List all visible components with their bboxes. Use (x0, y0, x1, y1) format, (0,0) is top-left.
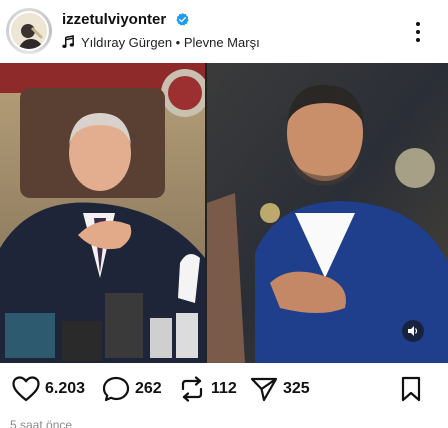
repost-button[interactable]: 112 (178, 376, 237, 402)
send-icon (250, 377, 278, 402)
share-button[interactable]: 325 (250, 376, 310, 402)
repost-count: 112 (211, 380, 237, 397)
verified-badge-icon (176, 12, 189, 26)
speaker-icon[interactable] (402, 320, 424, 342)
comment-button[interactable]: 262 (102, 376, 162, 402)
username[interactable]: izzetulviyonter (62, 11, 166, 28)
repost-icon (181, 376, 203, 402)
post-timestamp: 5 saat önce (10, 418, 73, 428)
like-button[interactable]: 6.203 (12, 376, 85, 402)
music-track[interactable]: Yıldıray Gürgen • Plevne Marşı (81, 35, 260, 50)
more-options-icon[interactable] (408, 20, 428, 44)
bookmark-icon[interactable] (400, 376, 422, 402)
like-count: 6.203 (45, 380, 86, 397)
share-count: 325 (283, 380, 310, 397)
comment-count: 262 (135, 380, 162, 397)
heart-icon (12, 376, 40, 402)
post-image[interactable] (0, 63, 448, 363)
music-note-icon (62, 35, 74, 48)
action-bar: 6.203 262 112 325 (0, 370, 448, 410)
post-header: izzetulviyonter Yıldıray Gürgen • Plevne… (0, 0, 448, 62)
avatar[interactable] (9, 11, 49, 51)
comment-bubble-icon (102, 376, 130, 402)
